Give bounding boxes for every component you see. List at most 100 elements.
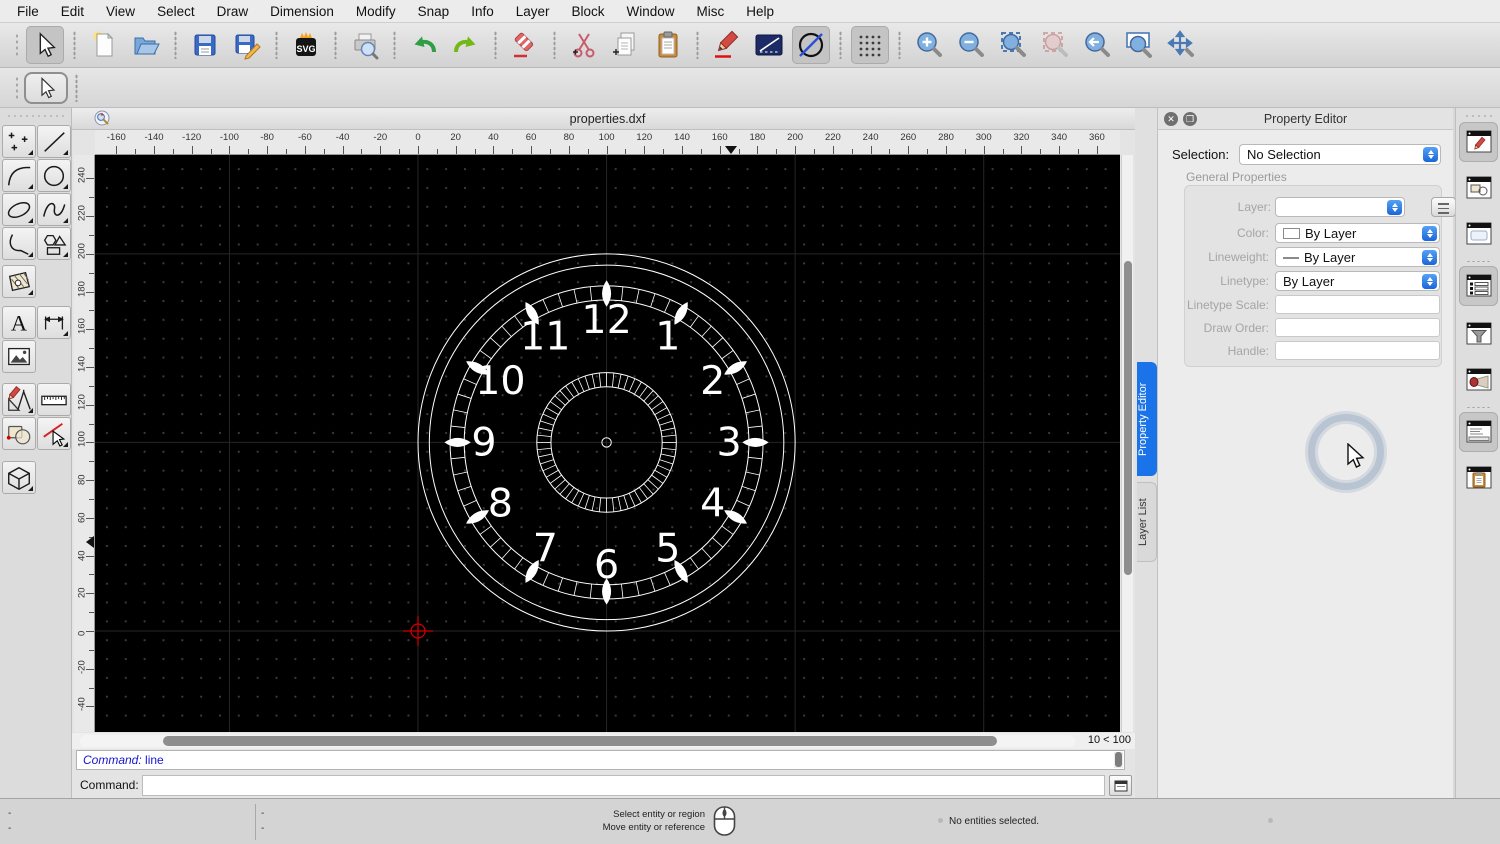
toolbar-separator (898, 31, 901, 59)
menu-item-modify[interactable]: Modify (345, 0, 407, 23)
auto-zoom-icon (1001, 32, 1026, 57)
new-document-button[interactable] (85, 26, 123, 64)
hatch-tool-button[interactable] (2, 265, 36, 298)
draw-order-field[interactable] (1275, 318, 1440, 337)
ellipse-tool-button[interactable] (2, 193, 36, 226)
text-tool-button[interactable]: A (2, 306, 36, 339)
menu-item-edit[interactable]: Edit (50, 0, 95, 23)
zoom-selection-button[interactable] (1036, 26, 1074, 64)
previous-view-button[interactable] (1078, 26, 1116, 64)
menu-item-draw[interactable]: Draw (206, 0, 260, 23)
panel-drawing-icon (1466, 130, 1491, 153)
panel-command-button[interactable] (1459, 412, 1498, 452)
chevron-up-down-icon (1422, 226, 1437, 241)
save-as-button[interactable] (228, 26, 266, 64)
redo-button[interactable] (447, 26, 485, 64)
grid-toggle-button[interactable] (851, 26, 889, 64)
color-dropdown[interactable]: By Layer (1275, 223, 1440, 243)
polyline-tool-button[interactable] (2, 227, 36, 260)
panel-filter-button[interactable] (1459, 314, 1498, 354)
circle-tool-button[interactable] (37, 159, 71, 192)
vertical-scrollbar-thumb[interactable] (1124, 261, 1132, 575)
cut-button[interactable] (565, 26, 603, 64)
zoom-out-button[interactable] (952, 26, 990, 64)
lineweight-dropdown[interactable]: By Layer (1275, 247, 1440, 267)
zoom-window-button[interactable] (1120, 26, 1158, 64)
menu-item-dimension[interactable]: Dimension (259, 0, 345, 23)
relative-coordinates: - - (261, 808, 265, 834)
command-history[interactable]: Command: line (76, 750, 1125, 770)
modify-tool-button[interactable] (2, 417, 36, 450)
horizontal-scrollbar-thumb[interactable] (163, 736, 997, 746)
selection-arrow-button[interactable] (26, 26, 64, 64)
close-panel-button[interactable]: ✕ (1164, 112, 1178, 126)
float-panel-button[interactable]: ❐ (1183, 112, 1197, 126)
open-file-button[interactable] (127, 26, 165, 64)
drawing-window-titlebar[interactable]: properties.dxf (72, 108, 1135, 130)
panel-property-list-button[interactable] (1459, 266, 1498, 306)
linetype-dropdown[interactable]: By Layer (1275, 271, 1440, 291)
layer-menu-button[interactable] (1431, 197, 1456, 217)
pan-button[interactable] (1162, 26, 1200, 64)
panel-spotlight-button[interactable] (1459, 360, 1498, 400)
circle-slash-tool-button[interactable] (792, 26, 830, 64)
handle-row: Handle: (1185, 341, 1441, 362)
dimension-tool-button[interactable] (37, 306, 71, 339)
menu-item-help[interactable]: Help (735, 0, 785, 23)
auto-zoom-button[interactable] (994, 26, 1032, 64)
ellipse-icon (7, 201, 31, 218)
spline-tool-button[interactable] (37, 193, 71, 226)
copy-button[interactable] (607, 26, 645, 64)
tab-layer-list[interactable]: Layer List (1137, 482, 1157, 562)
menu-item-layer[interactable]: Layer (505, 0, 561, 23)
paste-button[interactable] (649, 26, 687, 64)
undo-button[interactable] (405, 26, 443, 64)
zoom-in-icon (917, 32, 942, 57)
horizontal-scrollbar[interactable] (80, 735, 1075, 747)
command-history-scrollbar[interactable] (1114, 752, 1123, 768)
cad-tools-button[interactable] (2, 383, 36, 416)
paste-clipboard-icon (658, 31, 678, 58)
menu-item-block[interactable]: Block (561, 0, 616, 23)
vertical-scrollbar[interactable] (1121, 155, 1133, 732)
trim-tool-button[interactable] (37, 417, 71, 450)
selection-dropdown[interactable]: No Selection (1239, 144, 1441, 165)
layer-dropdown[interactable] (1275, 197, 1405, 217)
box-3d-tool-button[interactable] (2, 461, 36, 494)
shapes-tool-button[interactable] (37, 227, 71, 260)
zoom-in-button[interactable] (910, 26, 948, 64)
svg-export-button[interactable]: SVG (287, 26, 325, 64)
command-input[interactable] (142, 775, 1105, 796)
handle-field[interactable] (1275, 341, 1440, 360)
tool-options-arrow-button[interactable] (24, 71, 68, 104)
panel-shapes-button[interactable] (1459, 168, 1498, 208)
menu-item-view[interactable]: View (95, 0, 146, 23)
line-tool-button[interactable] (750, 26, 788, 64)
draw-line-red-button[interactable] (708, 26, 746, 64)
panel-drawing-button[interactable] (1459, 122, 1498, 162)
image-tool-button[interactable] (2, 340, 36, 373)
menu-item-select[interactable]: Select (146, 0, 206, 23)
points-tool-button[interactable] (2, 125, 36, 158)
tab-property-editor[interactable]: Property Editor (1137, 362, 1157, 476)
linetype-scale-label: Linetype Scale: (1186, 298, 1269, 312)
drawing-canvas[interactable]: 1 2 3 4 5 6 7 8 9 10 11 12 (95, 155, 1120, 732)
erase-button[interactable] (506, 26, 544, 64)
menu-item-info[interactable]: Info (460, 0, 505, 23)
ruler-tool-button[interactable] (37, 383, 71, 416)
linetype-scale-field[interactable] (1275, 295, 1440, 314)
arc-tool-button[interactable] (2, 159, 36, 192)
line-tool-button[interactable] (37, 125, 71, 158)
menu-item-snap[interactable]: Snap (407, 0, 461, 23)
menu-item-misc[interactable]: Misc (686, 0, 736, 23)
panel-clipboard-icon (1466, 466, 1491, 489)
menu-item-window[interactable]: Window (616, 0, 686, 23)
panel-viewport-button[interactable] (1459, 214, 1498, 254)
panel-clipboard-button[interactable] (1459, 458, 1498, 498)
print-preview-icon (354, 33, 379, 60)
save-button[interactable] (186, 26, 224, 64)
print-preview-button[interactable] (346, 26, 384, 64)
command-options-button[interactable] (1109, 775, 1132, 796)
command-history-scrollbar-thumb[interactable] (1115, 752, 1122, 767)
menu-item-file[interactable]: File (6, 0, 50, 23)
